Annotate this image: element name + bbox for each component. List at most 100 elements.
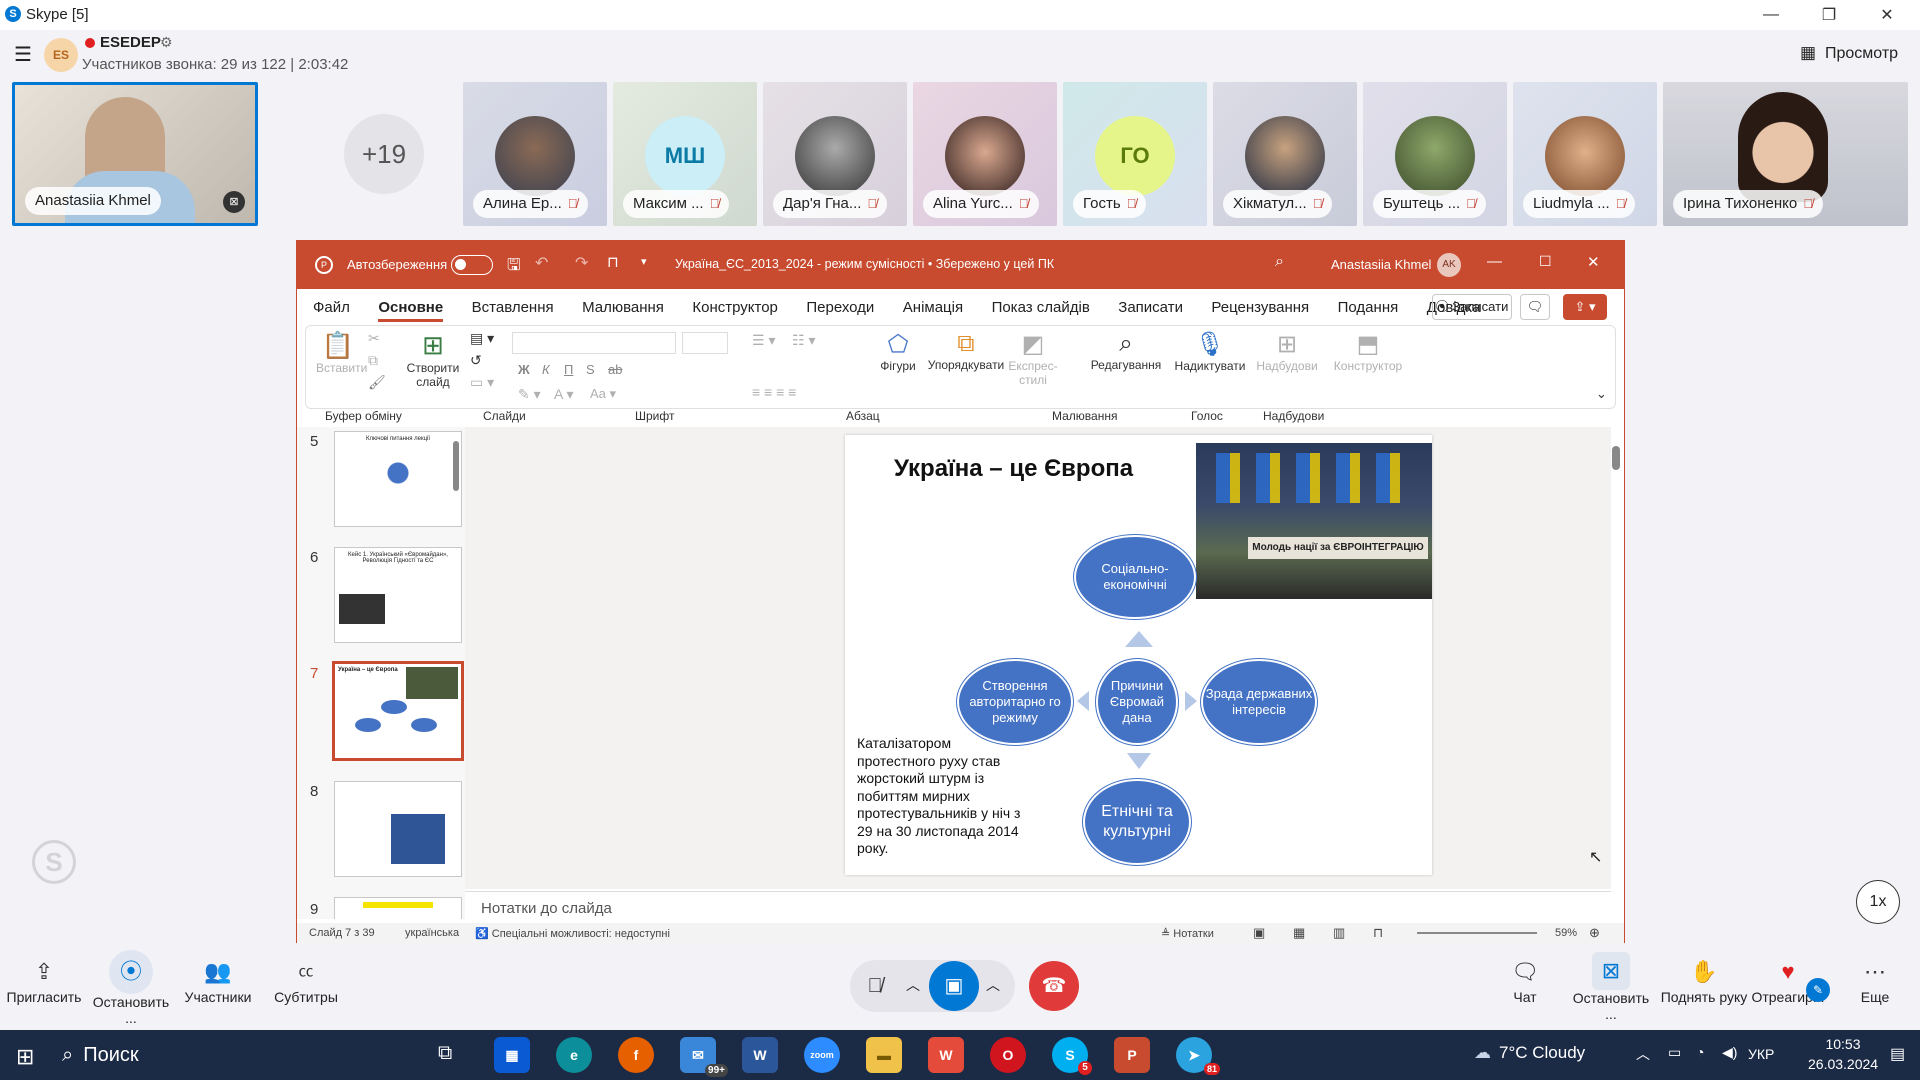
participant-tile[interactable]: МШ Максим ... 🎙̸ <box>613 82 757 226</box>
tab-draw[interactable]: Малювання <box>582 299 664 316</box>
slide-thumbnail-selected[interactable]: Україна – це Європа <box>332 661 464 761</box>
participant-tile[interactable]: ГО Гость 🎙̸ <box>1063 82 1207 226</box>
tab-review[interactable]: Рецензування <box>1211 299 1309 316</box>
paste-button[interactable]: 📋 Вставити <box>316 330 367 375</box>
participant-tile[interactable]: Alina Yurc... 🎙̸ <box>913 82 1057 226</box>
language-indicator[interactable]: УКР <box>1748 1046 1774 1062</box>
wifi-icon[interactable]: ◔ <box>1696 1044 1704 1060</box>
audio-options-icon[interactable]: ︿ <box>906 975 920 995</box>
telegram-icon[interactable]: ➤ 81 <box>1176 1037 1220 1075</box>
stop-sharing-button[interactable]: ⦿ Остановить ... <box>88 950 174 1026</box>
font-size-select[interactable] <box>682 332 728 354</box>
participant-tile[interactable]: Буштець ... 🎙̸ <box>1363 82 1507 226</box>
participant-video-tile[interactable]: Ірина Тихоненко 🎙̸ <box>1663 82 1908 226</box>
present-icon[interactable]: ⊓ <box>607 253 619 271</box>
sorter-view-icon[interactable]: ▦ <box>1293 925 1305 941</box>
accessibility-status[interactable]: ♿ Спеціальні можливості: недоступні <box>475 927 670 940</box>
firefox-icon[interactable]: f <box>618 1037 654 1073</box>
tab-transitions[interactable]: Переходи <box>806 299 874 316</box>
undo-icon[interactable]: ↶ <box>535 253 548 273</box>
more-button[interactable]: ⋯ Еще <box>1840 955 1910 1005</box>
shapes-button[interactable]: ⬠ Фігури <box>876 330 920 373</box>
skype-taskbar-icon[interactable]: S5 <box>1052 1037 1092 1075</box>
participants-button[interactable]: 👥 Участники <box>180 955 256 1005</box>
subtitles-button[interactable]: ㏄ Субтитры <box>268 955 344 1005</box>
participant-tile[interactable]: Дар'я Гна... 🎙̸ <box>763 82 907 226</box>
wps-icon[interactable]: W <box>928 1037 964 1073</box>
highlight-icon[interactable]: ✎ ▾ <box>518 386 541 403</box>
slide-thumbnail[interactable]: Ключові питання лекції <box>334 431 462 527</box>
notifications-icon[interactable]: ▤ <box>1890 1044 1905 1064</box>
editing-button[interactable]: ⌕ Редагування <box>1088 330 1164 372</box>
settings-icon[interactable]: ⚙ <box>160 34 173 51</box>
mute-button[interactable]: 🎙̸ <box>852 963 898 1009</box>
cause-bubble-center[interactable]: Причини Євромай дана <box>1096 659 1178 745</box>
clock-time[interactable]: 10:53 <box>1808 1036 1878 1052</box>
taskbar-search[interactable]: ⌕ Поиск <box>62 1038 422 1072</box>
tab-view[interactable]: Подання <box>1338 299 1399 316</box>
cause-bubble-left[interactable]: Створення авторитарно го режиму <box>957 659 1073 745</box>
zoom-icon[interactable]: zoom <box>804 1037 840 1073</box>
user-avatar[interactable]: AK <box>1437 253 1461 277</box>
view-button[interactable]: Просмотр <box>1825 45 1898 63</box>
quick-access-dropdown-icon[interactable]: ▾ <box>641 255 647 268</box>
clock-date[interactable]: 26.03.2024 <box>1808 1056 1878 1072</box>
tab-slideshow[interactable]: Показ слайдів <box>992 299 1090 316</box>
copy-icon[interactable]: ⧉ <box>368 352 378 369</box>
tray-chevron-icon[interactable]: ︿ <box>1636 1044 1650 1064</box>
restore-button[interactable]: ❐ <box>1800 0 1858 30</box>
cut-icon[interactable]: ✂ <box>368 330 380 347</box>
task-view-icon[interactable]: ⧉ <box>438 1042 452 1065</box>
notes-toggle[interactable]: ≜ Нотатки <box>1161 927 1214 940</box>
reading-view-icon[interactable]: ▥ <box>1333 925 1345 941</box>
overflow-participants-button[interactable]: +19 <box>344 114 424 194</box>
video-button[interactable]: ▣ <box>929 961 979 1011</box>
participant-tile[interactable]: Алина Ер... 🎙̸ <box>463 82 607 226</box>
close-button[interactable]: ✕ <box>1858 0 1916 30</box>
zoom-slider[interactable] <box>1417 932 1537 934</box>
participant-tile[interactable]: Liudmyla ... 🎙̸ <box>1513 82 1657 226</box>
tab-animations[interactable]: Анімація <box>903 299 963 316</box>
slide-scrollbar[interactable] <box>1612 446 1620 470</box>
zoom-level[interactable]: 59% <box>1555 927 1577 939</box>
slideshow-view-icon[interactable]: ⊓ <box>1373 925 1383 941</box>
strikethrough-button[interactable]: ab <box>608 362 622 377</box>
font-case-icon[interactable]: Aa ▾ <box>590 386 616 402</box>
raise-hand-button[interactable]: ✋ Поднять руку <box>1656 955 1752 1005</box>
weather-widget[interactable]: ☁ 7°C Cloudy <box>1474 1043 1585 1063</box>
ppt-minimize-icon[interactable]: — <box>1487 253 1502 270</box>
document-title[interactable]: Україна_ЄС_2013_2024 - режим сумісності … <box>675 257 1054 271</box>
slide-thumbnail[interactable]: Кейс 1. Український «Євромайдан», Револю… <box>334 547 462 643</box>
battery-icon[interactable]: ▭ <box>1668 1044 1681 1061</box>
dictate-button[interactable]: 🎙 Надиктувати <box>1172 330 1248 373</box>
new-slide-button[interactable]: ⊞ Створити слайд <box>402 330 464 390</box>
language-status[interactable]: українська <box>405 927 459 939</box>
cause-bubble-right[interactable]: Зрада державних інтересів <box>1201 659 1317 745</box>
quick-styles-button[interactable]: ◩ Експрес-стилі <box>1008 330 1058 388</box>
file-explorer-icon[interactable]: ▬ <box>866 1037 902 1073</box>
participant-tile[interactable]: Хікматул... 🎙̸ <box>1213 82 1357 226</box>
slide-photo[interactable]: Молодь нації за ЄВРОІНТЕГРАЦІЮ <box>1196 443 1432 599</box>
bold-button[interactable]: Ж <box>518 362 530 377</box>
font-color-icon[interactable]: A ▾ <box>554 386 573 403</box>
addins-button[interactable]: ⊞ Надбудови <box>1252 330 1322 373</box>
powerpoint-taskbar-icon[interactable]: P <box>1114 1037 1150 1073</box>
tab-home[interactable]: Основне <box>378 299 444 322</box>
save-icon[interactable]: 🖫 <box>507 254 521 281</box>
layout-icon[interactable]: ▤ ▾ <box>470 330 494 347</box>
redo-icon[interactable]: ↷ <box>575 253 588 273</box>
underline-button[interactable]: П <box>564 362 573 377</box>
cause-bubble-top[interactable]: Соціально-економічні <box>1074 535 1196 619</box>
start-button[interactable]: ⊞ <box>16 1044 34 1070</box>
normal-view-icon[interactable]: ▣ <box>1253 925 1265 941</box>
designer-button[interactable]: ⬒ Конструктор <box>1328 330 1408 373</box>
opera-icon[interactable]: O <box>990 1037 1026 1073</box>
tab-insert[interactable]: Вставлення <box>472 299 554 316</box>
reset-icon[interactable]: ↺ <box>470 352 482 369</box>
fit-slide-icon[interactable]: ⊕ <box>1589 925 1600 941</box>
tab-file[interactable]: Файл <box>313 299 350 316</box>
pen-icon[interactable]: ✎ <box>1806 978 1830 1002</box>
section-icon[interactable]: ▭ ▾ <box>470 374 494 391</box>
list-bullets-icon[interactable]: ☰ ▾ <box>752 332 775 349</box>
end-call-button[interactable]: ☎ <box>1029 961 1079 1011</box>
